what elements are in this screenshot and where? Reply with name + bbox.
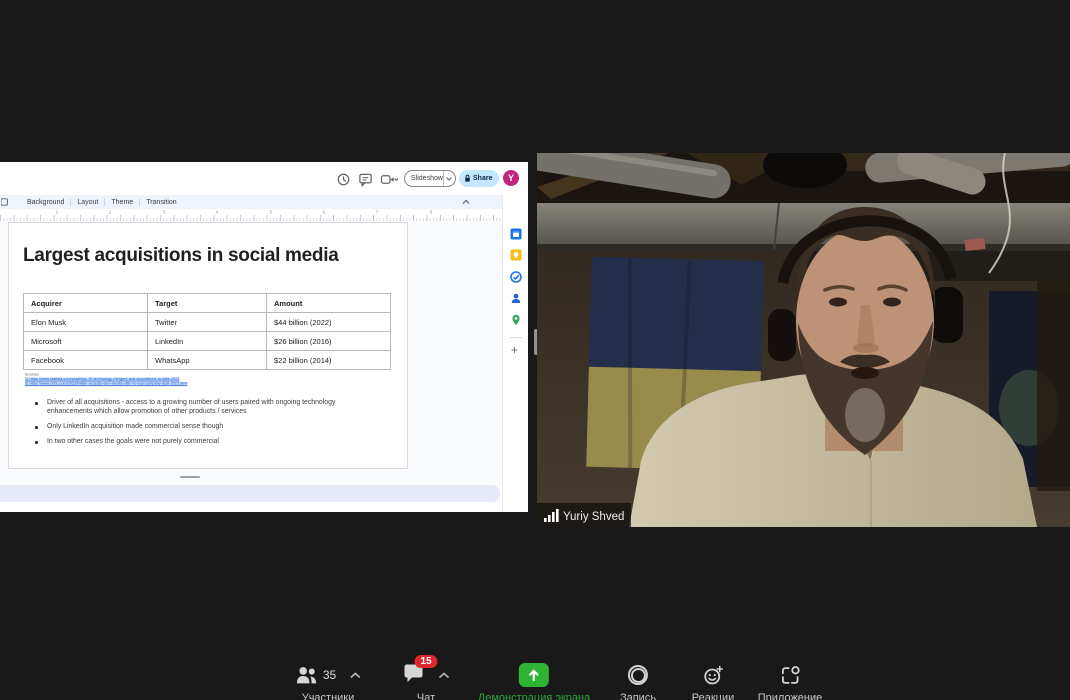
presenter-video-tile: Yuriy Shved (537, 153, 1070, 527)
keep-notes-icon[interactable] (510, 249, 522, 261)
chat-control[interactable]: 15 Чат (403, 662, 450, 700)
apps-label: Приложение (758, 692, 823, 700)
ruler-number: 5 (269, 210, 271, 214)
screen-share-label: Демонстрация экрана (478, 692, 590, 700)
comments-icon[interactable] (358, 172, 373, 187)
screen-share-button[interactable] (519, 663, 549, 687)
ruler-number: 1 (56, 210, 58, 214)
acquisitions-table: AcquirerTargetAmountElon MuskTwitter$44 … (23, 293, 391, 370)
ruler-number: 4 (216, 210, 218, 214)
menu-item-transition[interactable]: Transition (140, 199, 182, 206)
speaker-notes-resize-handle[interactable] (180, 476, 200, 478)
menu-item-layout[interactable]: Layout (71, 199, 104, 206)
select-tool-icon[interactable] (1, 198, 9, 206)
slide-bullet: Only LinkedIn acquisition made commercia… (29, 423, 361, 432)
menu-item-background[interactable]: Background (21, 199, 70, 206)
ruler-number: 2 (109, 210, 111, 214)
calendar-icon[interactable] (510, 228, 522, 240)
shared-screen-google-slides: Slideshow Share Y BackgroundLayo (0, 162, 528, 512)
side-panel-divider (509, 337, 523, 338)
table-cell: Facebook (24, 351, 148, 370)
table-header-cell: Target (148, 294, 267, 313)
present-to-meeting-icon[interactable] (380, 172, 398, 187)
table-cell: Twitter (148, 313, 267, 332)
table-cell: Microsoft (24, 332, 148, 351)
participants-control[interactable]: 35 Участники (295, 662, 361, 700)
slide-page: Largest acquisitions in social media Acq… (8, 222, 408, 469)
slide-bullet: In two other cases the goals were not pu… (29, 438, 361, 447)
reactions-control[interactable]: Реакции (692, 662, 735, 700)
slideshow-button[interactable]: Slideshow (404, 170, 456, 187)
participants-label: Участники (302, 692, 355, 700)
slideshow-dropdown[interactable] (443, 171, 455, 186)
participants-count: 35 (323, 668, 336, 682)
table-cell: $22 billion (2014) (267, 351, 391, 370)
reactions-smiley-icon (703, 665, 724, 686)
table-row: Elon MuskTwitter$44 billion (2022) (24, 313, 391, 332)
record-label: Запись (620, 692, 656, 700)
chat-menu-chevron[interactable] (439, 672, 450, 679)
ruler-number: 3 (163, 210, 165, 214)
slide-bullet: Driver of all acquisitions - access to a… (29, 399, 361, 416)
share-label: Share (473, 175, 492, 182)
table-header-cell: Amount (267, 294, 391, 313)
ruler-number: 6 (323, 210, 325, 214)
table-cell: WhatsApp (148, 351, 267, 370)
reactions-label: Реакции (692, 692, 735, 700)
apps-control[interactable]: Приложение (758, 662, 823, 700)
gslides-header: Slideshow Share Y (0, 162, 528, 195)
table-row: FacebookWhatsApp$22 billion (2014) (24, 351, 391, 370)
participant-name-tag: Yuriy Shved (537, 503, 631, 527)
table-header-row: AcquirerTargetAmount (24, 294, 391, 313)
ruler-number: 7 (376, 210, 378, 214)
meeting-window: Slideshow Share Y BackgroundLayo (0, 0, 1070, 700)
tasks-icon[interactable] (510, 271, 522, 283)
slideshow-label: Slideshow (405, 175, 443, 182)
chat-label: Чат (417, 692, 435, 700)
horizontal-ruler: 1 2 3 4 5 6 7 8 (0, 209, 502, 221)
share-button[interactable]: Share (459, 170, 499, 187)
sources-block: Sources 1) https://www.statista.com/char… (25, 373, 187, 386)
table-header-cell: Acquirer (24, 294, 148, 313)
presenter-video-frame: Yuriy Shved (537, 153, 1070, 527)
slide-bullets: Driver of all acquisitions - access to a… (29, 399, 361, 453)
gslides-toolbar: BackgroundLayoutThemeTransition (0, 195, 502, 209)
lock-icon (464, 174, 471, 183)
participants-menu-chevron[interactable] (350, 672, 361, 679)
gslides-menu: BackgroundLayoutThemeTransition (21, 198, 183, 206)
google-side-panel: + (502, 195, 528, 512)
speaker-notes-bar[interactable] (0, 485, 500, 502)
menu-item-theme[interactable]: Theme (105, 199, 139, 206)
presenter-name: Yuriy Shved (563, 511, 624, 523)
version-history-icon[interactable] (336, 172, 351, 187)
slide-canvas: Largest acquisitions in social media Acq… (0, 221, 502, 485)
maps-icon[interactable] (510, 314, 522, 326)
table-cell: LinkedIn (148, 332, 267, 351)
collapse-menus-icon[interactable] (462, 199, 470, 205)
contacts-icon[interactable] (510, 292, 522, 304)
participants-icon (295, 665, 318, 685)
source-link[interactable]: 2) https://www.cnbc.com/2022/twitter-acc… (25, 382, 187, 386)
table-cell: $44 billion (2022) (267, 313, 391, 332)
ruler-number: 8 (430, 210, 432, 214)
slide-title: Largest acquisitions in social media (23, 245, 338, 267)
screen-share-control[interactable]: Демонстрация экрана (478, 662, 590, 700)
apps-icon (780, 665, 801, 686)
chat-unread-badge: 15 (415, 655, 438, 668)
record-icon (628, 665, 648, 685)
table-cell: Elon Musk (24, 313, 148, 332)
record-control[interactable]: Запись (620, 662, 656, 700)
table-cell: $26 billion (2016) (267, 332, 391, 351)
chevron-down-icon (446, 177, 452, 181)
table-row: MicrosoftLinkedIn$26 billion (2016) (24, 332, 391, 351)
share-up-arrow-icon (525, 666, 543, 684)
add-side-panel-app-button[interactable]: + (511, 343, 518, 357)
account-avatar[interactable]: Y (503, 170, 519, 186)
